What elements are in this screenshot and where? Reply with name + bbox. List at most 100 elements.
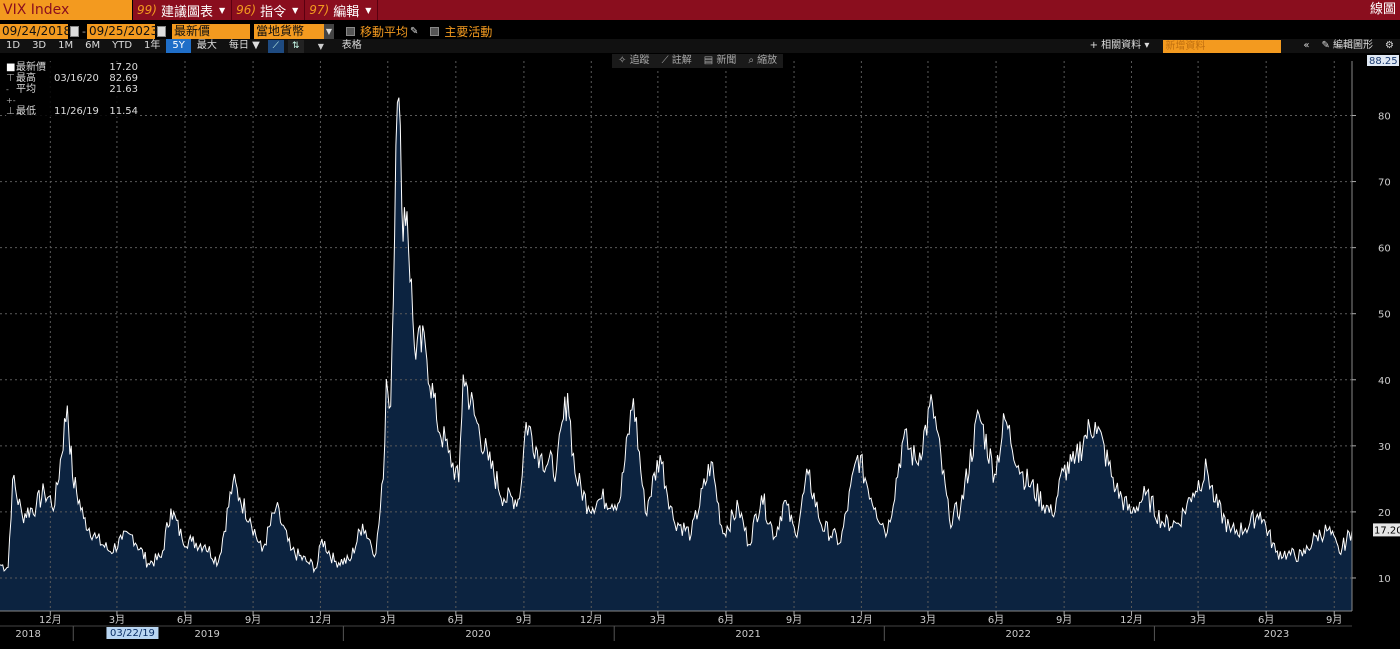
edit-chart-label: 編輯圖形 [1333, 40, 1374, 51]
date-separator: - [82, 24, 86, 38]
related-data-label: 相關資料 [1101, 40, 1142, 51]
start-date-input[interactable]: 09/24/2018 [0, 23, 71, 39]
menu-number: 96) [236, 3, 257, 17]
y-tick-label: 80 [1378, 112, 1391, 123]
related-data-button[interactable]: + 相關資料 ▾ [1084, 39, 1156, 53]
x-month-label: 6月 [988, 614, 1004, 626]
currency-select[interactable]: 當地貨幣 [253, 23, 324, 39]
low-marker-icon: ⊥ [6, 106, 15, 117]
x-month-label: 9月 [786, 614, 802, 626]
legend-row-high: ⊤ 最高 03/16/20 82.69 [6, 73, 138, 84]
menu-label: 建議圖表 [160, 4, 213, 20]
legend-date [54, 62, 100, 73]
sort-icon[interactable]: ⇅ [287, 39, 304, 53]
range-button-3d[interactable]: 3D [26, 39, 52, 53]
chart-area[interactable]: 10 20 30 40 50 60 70 80 88.25 17.20 12月 3月 6月 9月 12月 3月… [0, 54, 1400, 649]
pencil-icon[interactable]: ✎ [410, 26, 418, 37]
square-icon: ■ [6, 62, 16, 73]
track-tool[interactable]: ✧ 追蹤 [612, 54, 656, 68]
x-month-label: 12月 [580, 614, 603, 626]
options-bar: 09/24/2018 - 09/25/2023 最新價 當地貨幣 ▼ 移動平均 … [0, 22, 1400, 40]
x-month-label: 6月 [1258, 614, 1274, 626]
x-month-label: 3月 [650, 614, 666, 626]
y-tick-label: 60 [1378, 244, 1391, 255]
vix-chart[interactable]: 10 20 30 40 50 60 70 80 88.25 17.20 12月 3月 6月 9月 12月 3月… [0, 54, 1400, 649]
x-month-label: 9月 [1326, 614, 1342, 626]
edit-chart-button[interactable]: ✎ 編輯圖形 [1315, 39, 1379, 53]
zoom-label: 縮放 [757, 55, 778, 66]
menu-number: 99) [137, 3, 157, 17]
x-month-label: 12月 [39, 614, 62, 626]
ticker-field[interactable]: VIX Index [0, 0, 133, 20]
range-bar: 1D 3D 1M 6M YTD 1年 5Y 最大 每日 ▼ ⟋ ⇅ ▼ 表格 + 相關資料 ▾… [0, 39, 1400, 53]
legend-row-avg: -+- 平均 21.63 [6, 84, 138, 106]
caret-down-icon: ▼ [292, 5, 299, 15]
caret-down-icon[interactable]: ▼ [306, 42, 336, 51]
annotate-label: 註解 [671, 55, 692, 66]
y-tick-label: 40 [1378, 376, 1391, 387]
legend-value: 82.69 [109, 73, 138, 84]
legend-value: 17.20 [109, 62, 138, 73]
calendar-icon[interactable] [156, 25, 166, 37]
frequency-select[interactable]: 每日 ▼ [223, 39, 266, 53]
caret-down-icon: ▼ [218, 5, 226, 15]
range-button-5y[interactable]: 5Y [166, 39, 191, 53]
x-month-label: 6月 [177, 614, 193, 626]
collapse-icon[interactable]: « [1297, 39, 1315, 53]
legend-label: 最新價 [16, 62, 46, 73]
end-date-input[interactable]: 09/25/2023 [86, 23, 158, 39]
vix-area-fill [0, 97, 1352, 611]
annotate-tool[interactable]: ⟋ 註解 [656, 54, 698, 68]
caret-down-icon: ▼ [365, 5, 372, 15]
x-month-label: 9月 [516, 614, 532, 626]
x-month-label: 3月 [920, 614, 936, 626]
title-bar: VIX Index 99) 建議圖表 ▼ 96) 指令 ▼ 97) 編輯 ▼ 線… [0, 0, 1400, 20]
chart-mode-label[interactable]: 線圖 [1370, 0, 1396, 20]
legend-date: 11/26/19 [54, 106, 99, 117]
calendar-icon[interactable] [70, 25, 79, 37]
range-button-最大[interactable]: 最大 [191, 39, 223, 53]
x-month-label: 3月 [109, 614, 125, 626]
y-tick-label: 50 [1378, 310, 1391, 321]
price-field-select[interactable]: 最新價 [171, 23, 250, 39]
line-chart-icon[interactable]: ⟋ [267, 39, 284, 53]
suggested-charts-menu[interactable]: 99) 建議圖表 ▼ [133, 0, 233, 20]
x-month-label: 3月 [1190, 614, 1206, 626]
legend-date: 03/16/20 [54, 73, 99, 84]
menu-label: 指令 [260, 4, 287, 20]
menu-number: 97) [309, 3, 330, 17]
caret-down-icon[interactable]: ▼ [323, 23, 334, 39]
range-button-ytd[interactable]: YTD [106, 39, 138, 53]
news-label: 新聞 [716, 55, 737, 66]
x-month-label: 6月 [448, 614, 464, 626]
range-buttons: 1D 3D 1M 6M YTD 1年 5Y 最大 [0, 39, 223, 53]
x-year-label: 2019 [194, 629, 219, 640]
x-month-label: 12月 [850, 614, 873, 626]
range-button-1d[interactable]: 1D [0, 39, 26, 53]
legend-label: 平均 [16, 84, 36, 95]
y-tick-label: 30 [1378, 442, 1391, 453]
x-month-label: 12月 [309, 614, 332, 626]
legend-value: 21.63 [109, 84, 138, 95]
moving-average-checkbox[interactable] [345, 26, 355, 36]
x-year-label: 2023 [1264, 629, 1289, 640]
x-year-label: 2021 [735, 629, 760, 640]
x-year-label: 2022 [1006, 629, 1031, 640]
commands-menu[interactable]: 96) 指令 ▼ [232, 0, 306, 20]
table-button[interactable]: 表格 [336, 39, 368, 53]
range-button-1m[interactable]: 1M [52, 39, 79, 53]
news-tool[interactable]: ▤ 新聞 [698, 54, 743, 68]
x-month-label: 3月 [380, 614, 396, 626]
range-button-6m[interactable]: 6M [79, 39, 106, 53]
range-button-1年[interactable]: 1年 [138, 39, 166, 53]
average-marker-icon: -+- [6, 85, 16, 105]
legend-date [54, 84, 100, 106]
key-events-checkbox[interactable] [430, 26, 440, 36]
gear-icon[interactable]: ⚙ [1379, 39, 1400, 53]
add-data-input[interactable]: 新增資料 [1163, 39, 1282, 53]
edit-menu[interactable]: 97) 編輯 ▼ [305, 0, 379, 20]
vix-line[interactable] [0, 97, 1353, 574]
x-month-label: 6月 [718, 614, 734, 626]
zoom-tool[interactable]: ⌕ 縮放 [742, 54, 783, 68]
x-year-label: 2020 [465, 629, 490, 640]
